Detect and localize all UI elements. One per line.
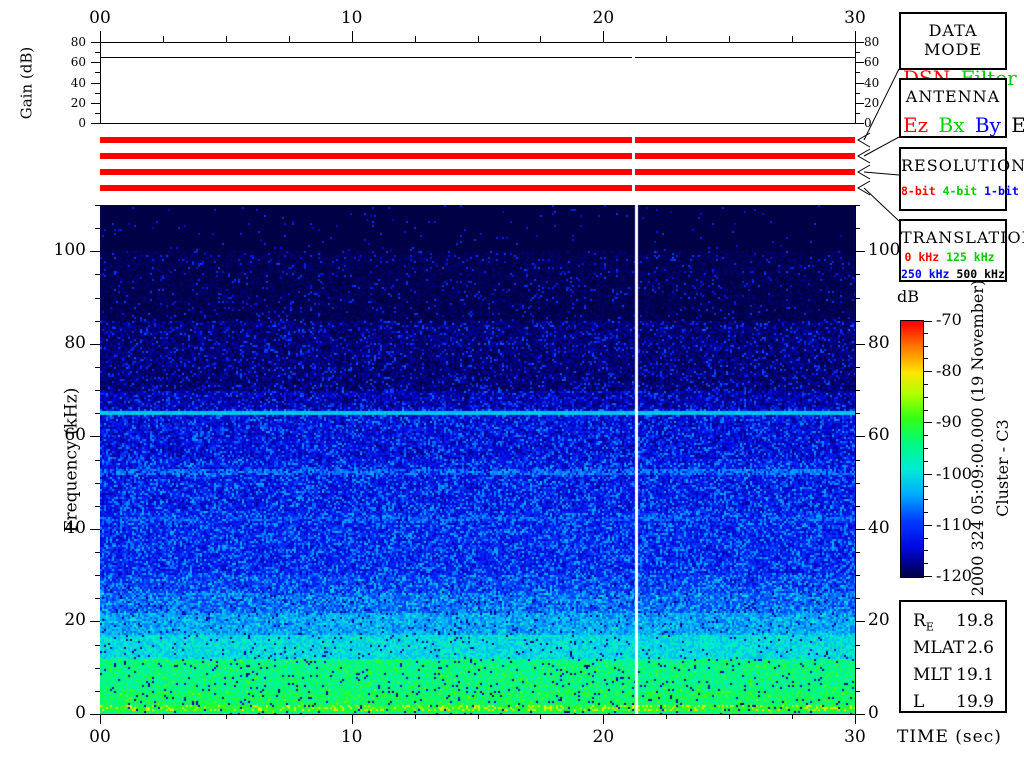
gain-tick-label-right: 40 — [864, 75, 880, 90]
gain-tick-label-right: 0 — [864, 116, 872, 130]
gain-tick-label-right: 80 — [864, 35, 880, 49]
option-500-khz: 500 kHz — [956, 267, 1005, 282]
gain-axis-label: Gain (dB) — [17, 46, 36, 120]
status-bar-row-resolution — [100, 169, 855, 175]
option-ey: Ey — [1011, 113, 1024, 137]
timestamp-rotated: 2000 324 05:09:00.000 (19 November) — [968, 279, 987, 597]
time-tick-label-top: 30 — [844, 8, 866, 28]
ephemeris-panel: RE 19.8 MLAT 2.6 MLT 19.1 L 19.9 — [899, 600, 1007, 713]
spacecraft-label-rotated: Cluster - C3 — [993, 419, 1012, 517]
panel-options: Ez Bx By Ey — [901, 113, 1024, 137]
wbd-spectrogram-display: 00 00 10 10 20 20 30 30 0 0 20 20 40 40 60 60 80 80 0 0 20 20… — [0, 0, 1024, 768]
ephemeris-value: 19.9 — [956, 692, 994, 712]
panel-title: DATA MODE — [923, 21, 982, 59]
time-tick-label-bottom: 00 — [89, 727, 111, 747]
gain-tick-label-right: 20 — [864, 95, 880, 110]
option-bx: Bx — [938, 113, 965, 137]
gain-tick-label-right: 60 — [864, 55, 880, 70]
time-tick-label-bottom: 30 — [844, 727, 866, 747]
panel-options: 250 kHz 500 kHz — [901, 267, 1005, 281]
time-tick-label-top: 10 — [340, 8, 363, 28]
option-125-khz: 125 kHz — [946, 250, 995, 264]
option-ez: Ez — [903, 113, 929, 137]
frequency-axis-label: Frequency (kHz) — [61, 387, 82, 533]
gain-tick-label-left: 80 — [70, 35, 86, 49]
time-axis-label: TIME (sec) — [897, 727, 1002, 747]
status-bar-row-data-mode — [100, 137, 855, 143]
ephemeris-row-r: RE 19.8 — [913, 611, 994, 635]
connector-line — [863, 187, 900, 222]
panel-title: ANTENNA — [905, 87, 1001, 106]
gain-tick-label-left: 0 — [78, 116, 86, 130]
freq-tick-label-left: 20 — [64, 610, 86, 631]
freq-tick-label-left: 100 — [53, 240, 86, 261]
panel-title: TRANSLATION — [901, 228, 1024, 247]
gain-tick-label-left: 40 — [70, 75, 86, 90]
panel-antenna: ANTENNA Ez Bx By Ey — [899, 78, 1024, 138]
status-bar-row-translation — [100, 185, 855, 191]
panel-data-mode: DATA MODEDSN Filter DC — [899, 12, 1017, 90]
ephemeris-value: 19.1 — [956, 665, 994, 685]
ephemeris-row-mlt: MLT 19.1 — [913, 665, 994, 689]
option-8-bit: 8-bit — [901, 184, 936, 198]
ephemeris-label: RE — [913, 611, 934, 633]
ephemeris-label-text: R — [913, 611, 926, 631]
spectrogram-canvas — [100, 205, 855, 714]
ephemeris-value: 19.8 — [956, 611, 994, 631]
connector-line — [863, 171, 900, 176]
colorbar-unit-label: dB — [897, 287, 919, 306]
ephemeris-label: L — [913, 692, 924, 712]
ephemeris-label-text: MLAT — [913, 638, 965, 658]
panel-options: 0 kHz 125 kHz — [901, 250, 1005, 264]
freq-tick-label-left: 0 — [75, 703, 86, 723]
option-0-khz: 0 kHz — [904, 250, 940, 264]
time-tick-label-top: 20 — [592, 8, 615, 28]
panel-resolution: RESOLUTION 8-bit 4-bit 1-bit — [899, 147, 1024, 211]
status-bar-data-gap — [632, 134, 635, 194]
gain-tick-label-left: 60 — [70, 55, 86, 70]
ephemeris-row-l: L 19.9 — [913, 692, 994, 716]
time-tick-label-bottom: 10 — [340, 727, 363, 747]
ephemeris-label-text: L — [913, 692, 925, 712]
ephemeris-value: 2.6 — [966, 638, 994, 658]
ephemeris-label-text: MLT — [913, 665, 952, 685]
freq-tick-label-right: 80 — [868, 332, 890, 353]
ephemeris-label-sub: E — [925, 620, 934, 634]
option-250-khz: 250 kHz — [901, 267, 950, 282]
colorbar-gradient — [900, 320, 924, 578]
freq-tick-label-right: 40 — [868, 517, 890, 538]
ephemeris-label: MLT — [913, 665, 952, 685]
option-1-bit: 1-bit — [984, 184, 1019, 198]
time-tick-label-top: 00 — [89, 8, 111, 28]
option-by: By — [974, 113, 1001, 137]
panel-options: 8-bit 4-bit 1-bit — [901, 184, 1019, 198]
panel-title: RESOLUTION — [901, 156, 1024, 175]
panel-translation: TRANSLATION 0 kHz 125 kHz 250 kHz 500 kHz — [899, 219, 1024, 282]
freq-tick-label-right: 60 — [868, 425, 890, 446]
gain-plot-frame — [100, 42, 856, 124]
ephemeris-label: MLAT — [913, 638, 964, 658]
ephemeris-row-mlat: MLAT 2.6 — [913, 638, 994, 662]
time-tick-label-bottom: 20 — [592, 727, 615, 747]
option-4-bit: 4-bit — [942, 184, 978, 198]
gain-tick-label-left: 20 — [70, 95, 86, 110]
freq-tick-label-left: 80 — [64, 332, 86, 353]
status-bar-row-antenna — [100, 153, 855, 159]
